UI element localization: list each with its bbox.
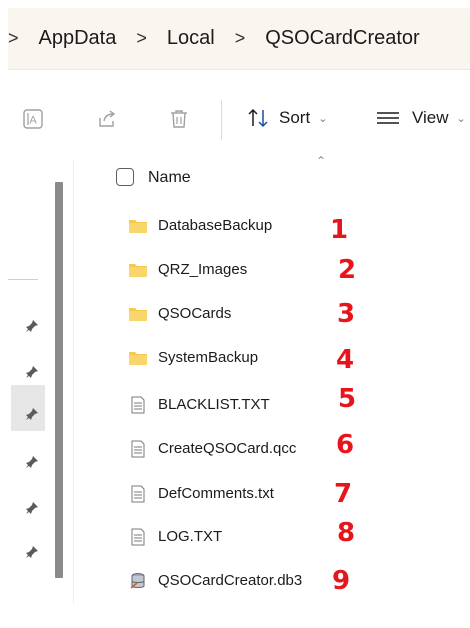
annotation-number: 7 [334, 479, 353, 509]
pin-icon [26, 408, 38, 420]
list-item[interactable]: QRZ_Images 2 [100, 255, 470, 285]
pinned-item-2[interactable] [22, 362, 42, 382]
pinned-item-3[interactable] [22, 404, 42, 424]
annotation-number: 9 [332, 566, 351, 596]
delete-button[interactable] [168, 108, 190, 130]
text-file-icon [131, 396, 145, 414]
share-icon [99, 110, 116, 127]
annotation-number: 3 [337, 299, 356, 329]
text-file-icon [131, 485, 145, 503]
file-name: BLACKLIST.TXT [158, 396, 270, 413]
file-name: QSOCardCreator.db3 [158, 572, 303, 589]
breadcrumb: > AppData > Local > QSOCardCreator [8, 8, 470, 70]
pinned-item-5[interactable] [22, 498, 42, 518]
folder-icon [129, 264, 147, 277]
list-item[interactable]: QSOCardCreator.db3 9 [100, 566, 470, 596]
file-name: CreateQSOCard.qcc [158, 440, 297, 457]
list-item[interactable]: LOG.TXT 8 [100, 518, 470, 552]
list-item[interactable]: QSOCards 3 [100, 299, 470, 329]
breadcrumb-separator: > [136, 28, 147, 48]
list-item[interactable]: CreateQSOCard.qcc 6 [100, 430, 470, 464]
file-name: SystemBackup [158, 349, 259, 366]
view-button[interactable]: View ⌄ [376, 108, 466, 128]
list-item[interactable]: DefComments.txt 7 [100, 479, 470, 509]
breadcrumb-separator: > [8, 28, 19, 48]
annotation-number: 8 [337, 518, 356, 548]
file-icon [131, 440, 145, 458]
list-item[interactable]: SystemBackup 4 [100, 343, 470, 375]
sort-button[interactable]: Sort ⌄ [247, 108, 327, 128]
breadcrumb-item-appdata[interactable]: AppData [39, 27, 117, 50]
chevron-down-icon: ⌄ [318, 112, 328, 125]
toolbar-divider [221, 100, 222, 140]
pin-icon [26, 366, 38, 378]
svg-text:A: A [29, 115, 37, 127]
navigation-pane [0, 160, 75, 604]
delete-icon [171, 110, 187, 128]
view-icon [377, 112, 399, 124]
file-name: LOG.TXT [158, 528, 223, 545]
sort-icon [248, 108, 268, 128]
chevron-down-icon: ⌄ [456, 112, 466, 125]
column-header-name[interactable]: Name [148, 169, 191, 187]
file-name: DatabaseBackup [158, 217, 273, 234]
pinned-item-6[interactable] [22, 542, 42, 562]
select-all-checkbox[interactable] [116, 168, 134, 186]
file-name: QRZ_Images [158, 261, 248, 278]
folder-icon [129, 220, 147, 233]
annotation-number: 1 [330, 215, 349, 245]
rename-button[interactable]: A [22, 108, 44, 130]
column-header-row: Name ⌃ [100, 154, 470, 200]
share-button[interactable] [96, 108, 118, 130]
file-explorer-window: > AppData > Local > QSOCardCreator A Sor… [0, 0, 470, 628]
view-label: View [412, 108, 449, 127]
pin-icon [26, 502, 38, 514]
breadcrumb-separator: > [234, 28, 246, 48]
rename-icon: A [23, 109, 43, 129]
breadcrumb-item-local[interactable]: Local [167, 27, 215, 50]
nav-divider [8, 279, 38, 280]
pin-icon [26, 456, 38, 468]
pin-icon [26, 546, 38, 558]
pane-border [73, 160, 74, 604]
list-item[interactable]: BLACKLIST.TXT 5 [100, 384, 470, 420]
file-name: QSOCards [158, 305, 232, 322]
pin-icon [26, 320, 38, 332]
pinned-item-1[interactable] [22, 316, 42, 336]
list-item[interactable]: DatabaseBackup 1 [100, 211, 470, 245]
annotation-number: 2 [338, 255, 357, 285]
breadcrumb-item-qsocardcreator[interactable]: QSOCardCreator [265, 27, 420, 50]
sort-label: Sort [279, 108, 311, 127]
annotation-number: 6 [336, 430, 355, 460]
nav-scrollbar[interactable] [55, 182, 63, 578]
annotation-number: 4 [336, 345, 355, 375]
command-bar: A Sort ⌄ View ⌄ [0, 82, 470, 154]
folder-icon [129, 308, 147, 321]
annotation-number: 5 [338, 384, 357, 414]
sort-ascending-icon: ⌃ [316, 154, 327, 168]
file-name: DefComments.txt [158, 485, 274, 502]
folder-icon [129, 352, 147, 365]
pinned-item-4[interactable] [22, 452, 42, 472]
database-icon [130, 573, 145, 589]
text-file-icon [131, 528, 145, 546]
